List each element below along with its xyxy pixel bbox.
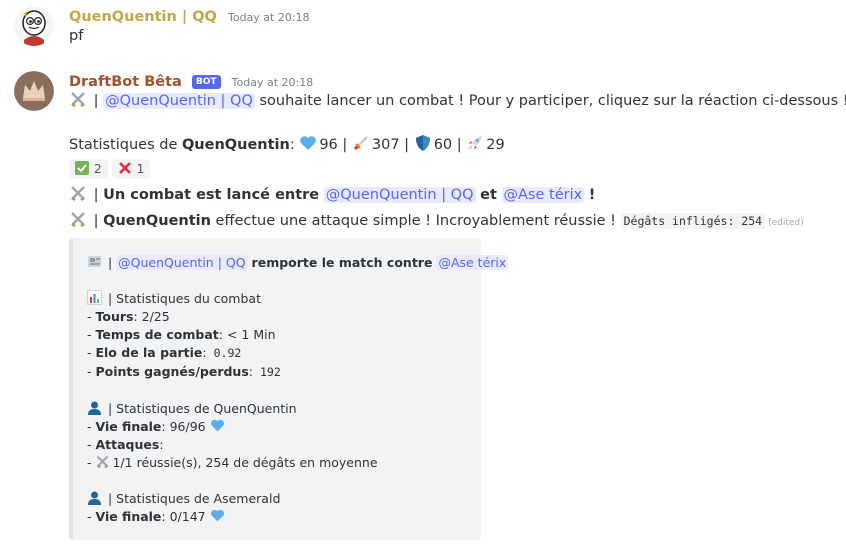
separator: | [452, 137, 467, 153]
avatar[interactable] [14, 6, 54, 46]
embed-title: | @QuenQuentin | QQ remporte le match co… [87, 254, 509, 272]
attaques-line: - Attaques: [87, 436, 164, 454]
colon: : [202, 345, 207, 360]
user-mention[interactable]: @QuenQuentin | QQ [103, 93, 255, 109]
message-header: QuenQuentin | QQ Today at 20:18 [69, 6, 310, 25]
username[interactable]: QuenQuentin | QQ [69, 9, 217, 25]
player-stats-line: Statistiques de QuenQuentin: 96 | 307 | … [69, 134, 505, 156]
blue-heart-icon [210, 418, 225, 433]
and-text: et [480, 187, 497, 203]
check-icon [75, 160, 89, 178]
reaction-cross[interactable]: 1 [111, 159, 151, 179]
dash: - [87, 455, 96, 470]
user-mention[interactable]: @Ase térix [436, 255, 509, 270]
combat-invite-line: | @QuenQuentin | QQ souhaite lancer un c… [69, 90, 846, 112]
bot-tag: BOT [191, 75, 221, 89]
reactions: 2 1 [69, 159, 154, 179]
separator: | [89, 213, 104, 229]
user-silhouette-icon [87, 400, 102, 415]
crossed-swords-icon [69, 210, 87, 228]
crossed-swords-icon [69, 184, 87, 202]
timestamp: Today at 20:18 [227, 11, 310, 24]
separator: | [89, 93, 104, 109]
blue-heart-icon [210, 508, 225, 523]
rocket-icon [466, 134, 484, 152]
colon: : [159, 437, 164, 452]
combat-stats-header: | Statistiques du combat [87, 290, 261, 308]
attaques-label: Attaques [95, 437, 160, 452]
combat-result-embed: | @QuenQuentin | QQ remporte le match co… [69, 238, 509, 540]
reaction-count: 2 [94, 162, 102, 176]
section-title: | Statistiques du combat [104, 291, 261, 306]
elo-value: 0.92 [210, 345, 245, 361]
invite-text: souhaite lancer un combat ! Pour y parti… [254, 93, 846, 109]
vie-value: : 96/96 [161, 419, 206, 434]
hp-value: 96 [319, 137, 338, 153]
attack-value: 307 [371, 137, 400, 153]
combat-start-text: Un combat est lancé entre [103, 187, 320, 203]
player2-vie-line: - Vie finale: 0/147 [87, 508, 227, 526]
elo-label: Elo de la partie [95, 345, 203, 360]
reaction-check[interactable]: 2 [69, 159, 108, 179]
player2-stats-header: | Statistiques de Asemerald [87, 490, 280, 508]
temps-value: : < 1 Min [218, 327, 276, 342]
edited-label: (edited) [768, 218, 804, 228]
stats-prefix: Statistiques de [69, 137, 182, 153]
points-label: Points gagnés/perdus [95, 364, 249, 379]
colon: : [289, 137, 300, 153]
user-mention[interactable]: @QuenQuentin | QQ [116, 255, 248, 270]
separator: | [337, 137, 352, 153]
bot-avatar[interactable] [14, 71, 54, 111]
points-value: 192 [256, 364, 284, 380]
message-header: DraftBot Bêta BOT Today at 20:18 [69, 71, 313, 90]
speed-value: 29 [486, 137, 505, 153]
reaction-count: 1 [136, 162, 145, 176]
shield-icon [414, 134, 432, 152]
username[interactable]: DraftBot Bêta [69, 74, 182, 90]
timestamp: Today at 20:18 [231, 76, 314, 89]
attack-summary: 1/1 réussie(s), 254 de dégâts en moyenne [112, 455, 378, 470]
attack-line: | QuenQuentin effectue une attaque simpl… [69, 210, 804, 234]
temps-label: Temps de combat [95, 327, 219, 342]
player1-stats-header: | Statistiques de QuenQuentin [87, 400, 297, 418]
newspaper-icon [87, 254, 102, 269]
player-name: QuenQuentin [181, 137, 290, 153]
colon: : [248, 364, 253, 379]
vie-label: Vie finale [95, 509, 162, 524]
bar-chart-icon [87, 290, 102, 305]
vie-label: Vie finale [95, 419, 162, 434]
vie-value: : 0/147 [161, 509, 206, 524]
exclamation: ! [588, 187, 596, 203]
separator: | [104, 255, 117, 270]
combat-start-line: | Un combat est lancé entre @QuenQuentin… [69, 184, 595, 206]
message-text: pf [69, 28, 84, 44]
player1-vie-line: - Vie finale: 96/96 [87, 418, 227, 436]
user-mention[interactable]: @QuenQuentin | QQ [323, 187, 476, 203]
cross-icon [118, 161, 132, 178]
dagger-icon [352, 134, 370, 152]
user-mention[interactable]: @Ase térix [501, 187, 585, 203]
tours-line: - Tours: 2/25 [87, 308, 170, 326]
blue-heart-icon [299, 134, 317, 152]
elo-line: - Elo de la partie: 0.92 [87, 344, 245, 362]
player-name: QuenQuentin [103, 213, 211, 229]
tours-value: : 2/25 [133, 309, 170, 324]
temps-line: - Temps de combat: < 1 Min [87, 326, 276, 344]
section-title: | Statistiques de Asemerald [104, 491, 281, 506]
user-silhouette-icon [87, 490, 102, 505]
points-line: - Points gagnés/perdus: 192 [87, 363, 284, 381]
winner-text: remporte le match contre [251, 255, 433, 270]
crossed-swords-icon [69, 90, 87, 108]
section-title: | Statistiques de QuenQuentin [104, 401, 297, 416]
damage-code: Dégâts infligés: 254 [620, 213, 766, 229]
defense-value: 60 [433, 137, 453, 153]
crossed-swords-icon [95, 454, 110, 469]
separator: | [89, 187, 104, 203]
attack-summary-line: - 1/1 réussie(s), 254 de dégâts en moyen… [87, 454, 378, 472]
tours-label: Tours [95, 309, 134, 324]
separator: | [399, 137, 414, 153]
attack-text: effectue une attaque simple ! Incroyable… [210, 213, 621, 229]
